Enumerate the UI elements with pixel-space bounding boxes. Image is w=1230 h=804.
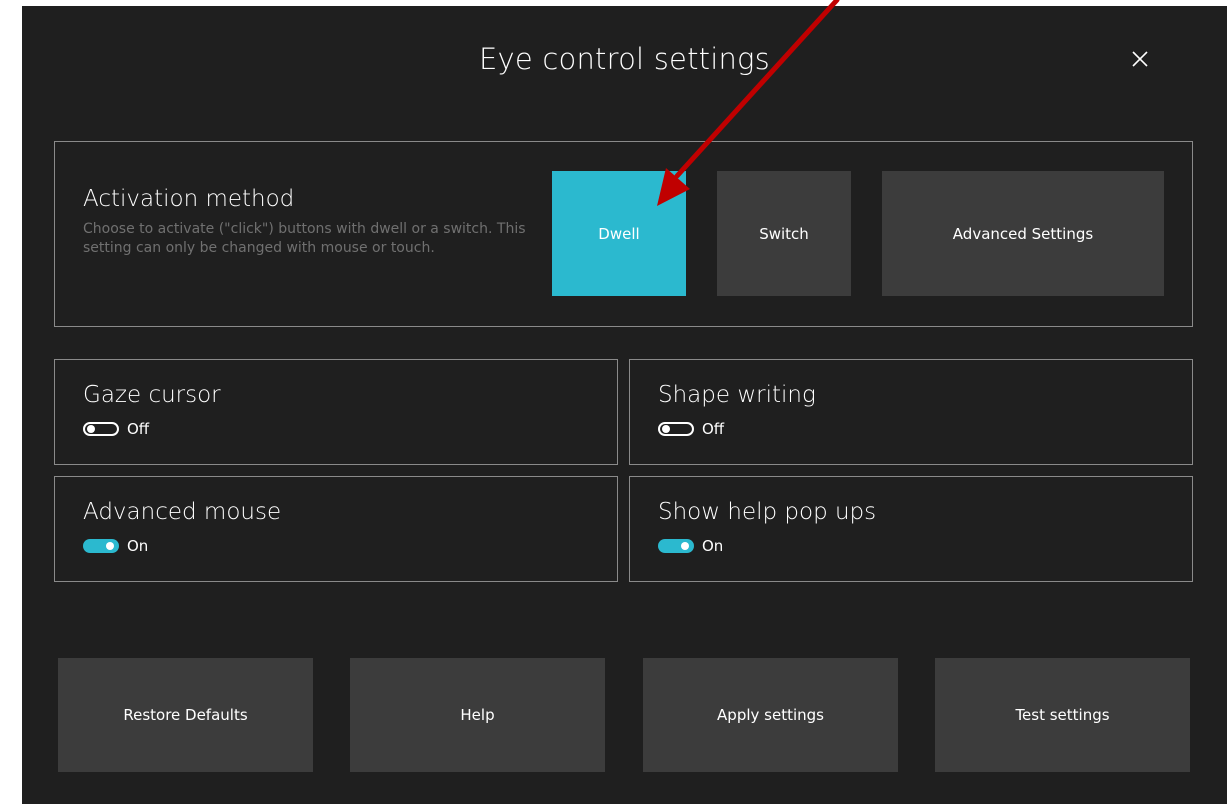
advanced-settings-button[interactable]: Advanced Settings [882,171,1164,296]
shape-writing-state: Off [702,420,725,438]
activation-method-panel: Activation method Choose to activate ("c… [54,141,1193,327]
apply-settings-button[interactable]: Apply settings [643,658,898,772]
eye-control-settings-window: Eye control settings Activation method C… [22,6,1227,804]
advanced-mouse-state: On [127,537,149,555]
help-button[interactable]: Help [350,658,605,772]
activation-method-description: Choose to activate ("click") buttons wit… [83,221,526,256]
shape-writing-label: Shape writing [658,382,816,408]
help-popups-label: Show help pop ups [658,499,877,525]
help-popups-toggle-row[interactable]: On [658,537,723,555]
advanced-mouse-setting: Advanced mouse On [54,476,618,582]
toggle-on-icon[interactable] [658,539,694,553]
shape-writing-setting: Shape writing Off [629,359,1193,465]
switch-button[interactable]: Switch [717,171,851,296]
gaze-cursor-state: Off [127,420,150,438]
restore-defaults-button[interactable]: Restore Defaults [58,658,313,772]
gaze-cursor-label: Gaze cursor [83,382,221,408]
test-settings-button[interactable]: Test settings [935,658,1190,772]
activation-method-title: Activation method [83,186,295,212]
toggle-off-icon[interactable] [658,422,694,436]
close-icon [1132,51,1148,67]
gaze-cursor-toggle-row[interactable]: Off [83,420,149,438]
close-button[interactable] [1120,39,1160,79]
window-title: Eye control settings [479,42,770,76]
gaze-cursor-setting: Gaze cursor Off [54,359,618,465]
help-popups-setting: Show help pop ups On [629,476,1193,582]
advanced-mouse-toggle-row[interactable]: On [83,537,148,555]
dwell-button[interactable]: Dwell [552,171,686,296]
help-popups-state: On [702,537,724,555]
shape-writing-toggle-row[interactable]: Off [658,420,724,438]
toggle-off-icon[interactable] [83,422,119,436]
toggle-on-icon[interactable] [83,539,119,553]
advanced-mouse-label: Advanced mouse [83,499,282,525]
